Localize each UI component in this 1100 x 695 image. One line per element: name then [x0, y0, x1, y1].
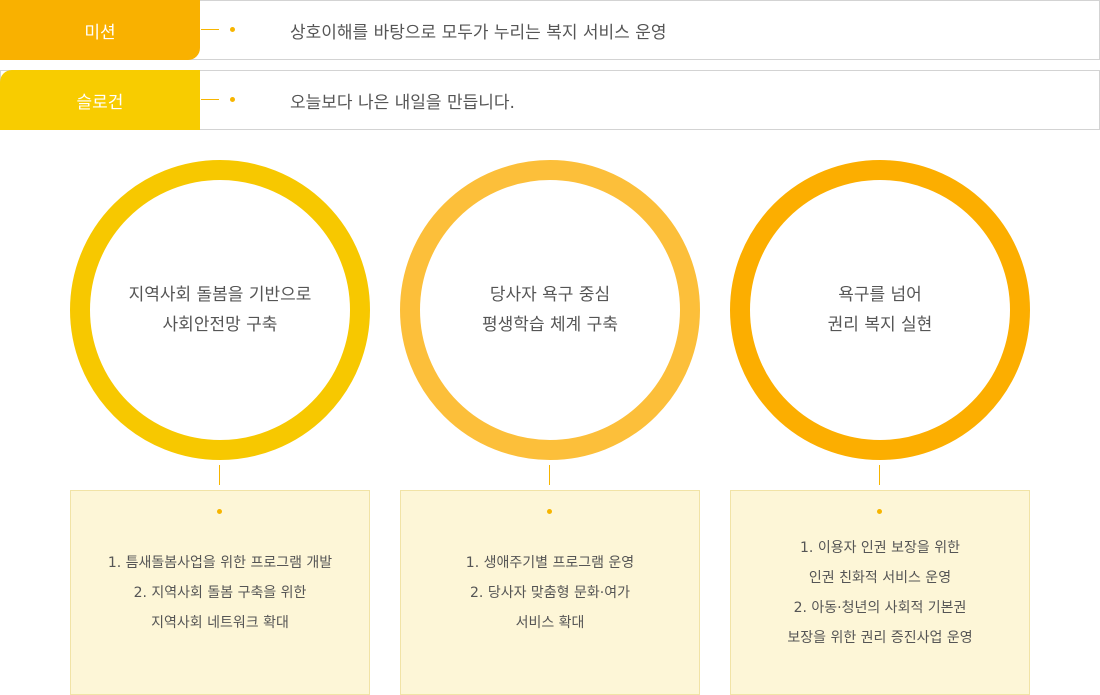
slogan-connector [201, 99, 219, 100]
detail-line: 2. 당사자 맞춤형 문화·여가 [470, 584, 630, 601]
slogan-dot [230, 97, 235, 102]
pillar-connector [219, 465, 220, 485]
detail-line: 서비스 확대 [515, 614, 585, 631]
mission-text: 상호이해를 바탕으로 모두가 누리는 복지 서비스 운영 [290, 22, 667, 43]
detail-line: 지역사회 네트워크 확대 [151, 614, 289, 631]
pillar-detail-box-community-care: 1. 틈새돌봄사업을 위한 프로그램 개발 2. 지역사회 돌봄 구축을 위한 … [70, 490, 370, 695]
detail-line: 1. 생애주기별 프로그램 운영 [465, 554, 635, 571]
mission-row: 미션 상호이해를 바탕으로 모두가 누리는 복지 서비스 운영 [0, 0, 1100, 60]
circle-line: 당사자 욕구 중심 [489, 285, 611, 305]
pillar-connector [549, 465, 550, 485]
detail-line: 2. 아동·청년의 사회적 기본권 [793, 599, 967, 616]
detail-dot [217, 509, 222, 514]
detail-dot [877, 509, 882, 514]
mission-connector [201, 29, 219, 30]
pillar-detail-box-lifelong-learning: 1. 생애주기별 프로그램 운영 2. 당사자 맞춤형 문화·여가 서비스 확대 [400, 490, 700, 695]
detail-line: 인권 친화적 서비스 운영 [808, 569, 952, 586]
pillar-connector [879, 465, 880, 485]
circle-line: 권리 복지 실현 [827, 315, 933, 335]
detail-line: 1. 틈새돌봄사업을 위한 프로그램 개발 [107, 554, 333, 571]
pillar-circle-lifelong-learning: 당사자 욕구 중심 평생학습 체계 구축 [400, 160, 700, 460]
detail-line: 2. 지역사회 돌봄 구축을 위한 [133, 584, 307, 601]
circle-line: 지역사회 돌봄을 기반으로 [128, 285, 312, 305]
circle-line: 사회안전망 구축 [162, 315, 278, 335]
circle-line: 욕구를 넘어 [838, 285, 922, 305]
detail-line: 1. 이용자 인권 보장을 위한 [800, 539, 960, 556]
mission-dot [230, 27, 235, 32]
detail-dot [547, 509, 552, 514]
circle-line: 평생학습 체계 구축 [482, 315, 618, 335]
slogan-text: 오늘보다 나은 내일을 만듭니다. [290, 92, 515, 113]
detail-line: 보장을 위한 권리 증진사업 운영 [787, 629, 973, 646]
pillar-detail-box-rights-welfare: 1. 이용자 인권 보장을 위한 인권 친화적 서비스 운영 2. 아동·청년의… [730, 490, 1030, 695]
pillar-circle-community-care: 지역사회 돌봄을 기반으로 사회안전망 구축 [70, 160, 370, 460]
slogan-row: 슬로건 오늘보다 나은 내일을 만듭니다. [0, 70, 1100, 130]
pillar-circle-rights-welfare: 욕구를 넘어 권리 복지 실현 [730, 160, 1030, 460]
slogan-tag: 슬로건 [0, 70, 200, 130]
mission-tag: 미션 [0, 0, 200, 60]
